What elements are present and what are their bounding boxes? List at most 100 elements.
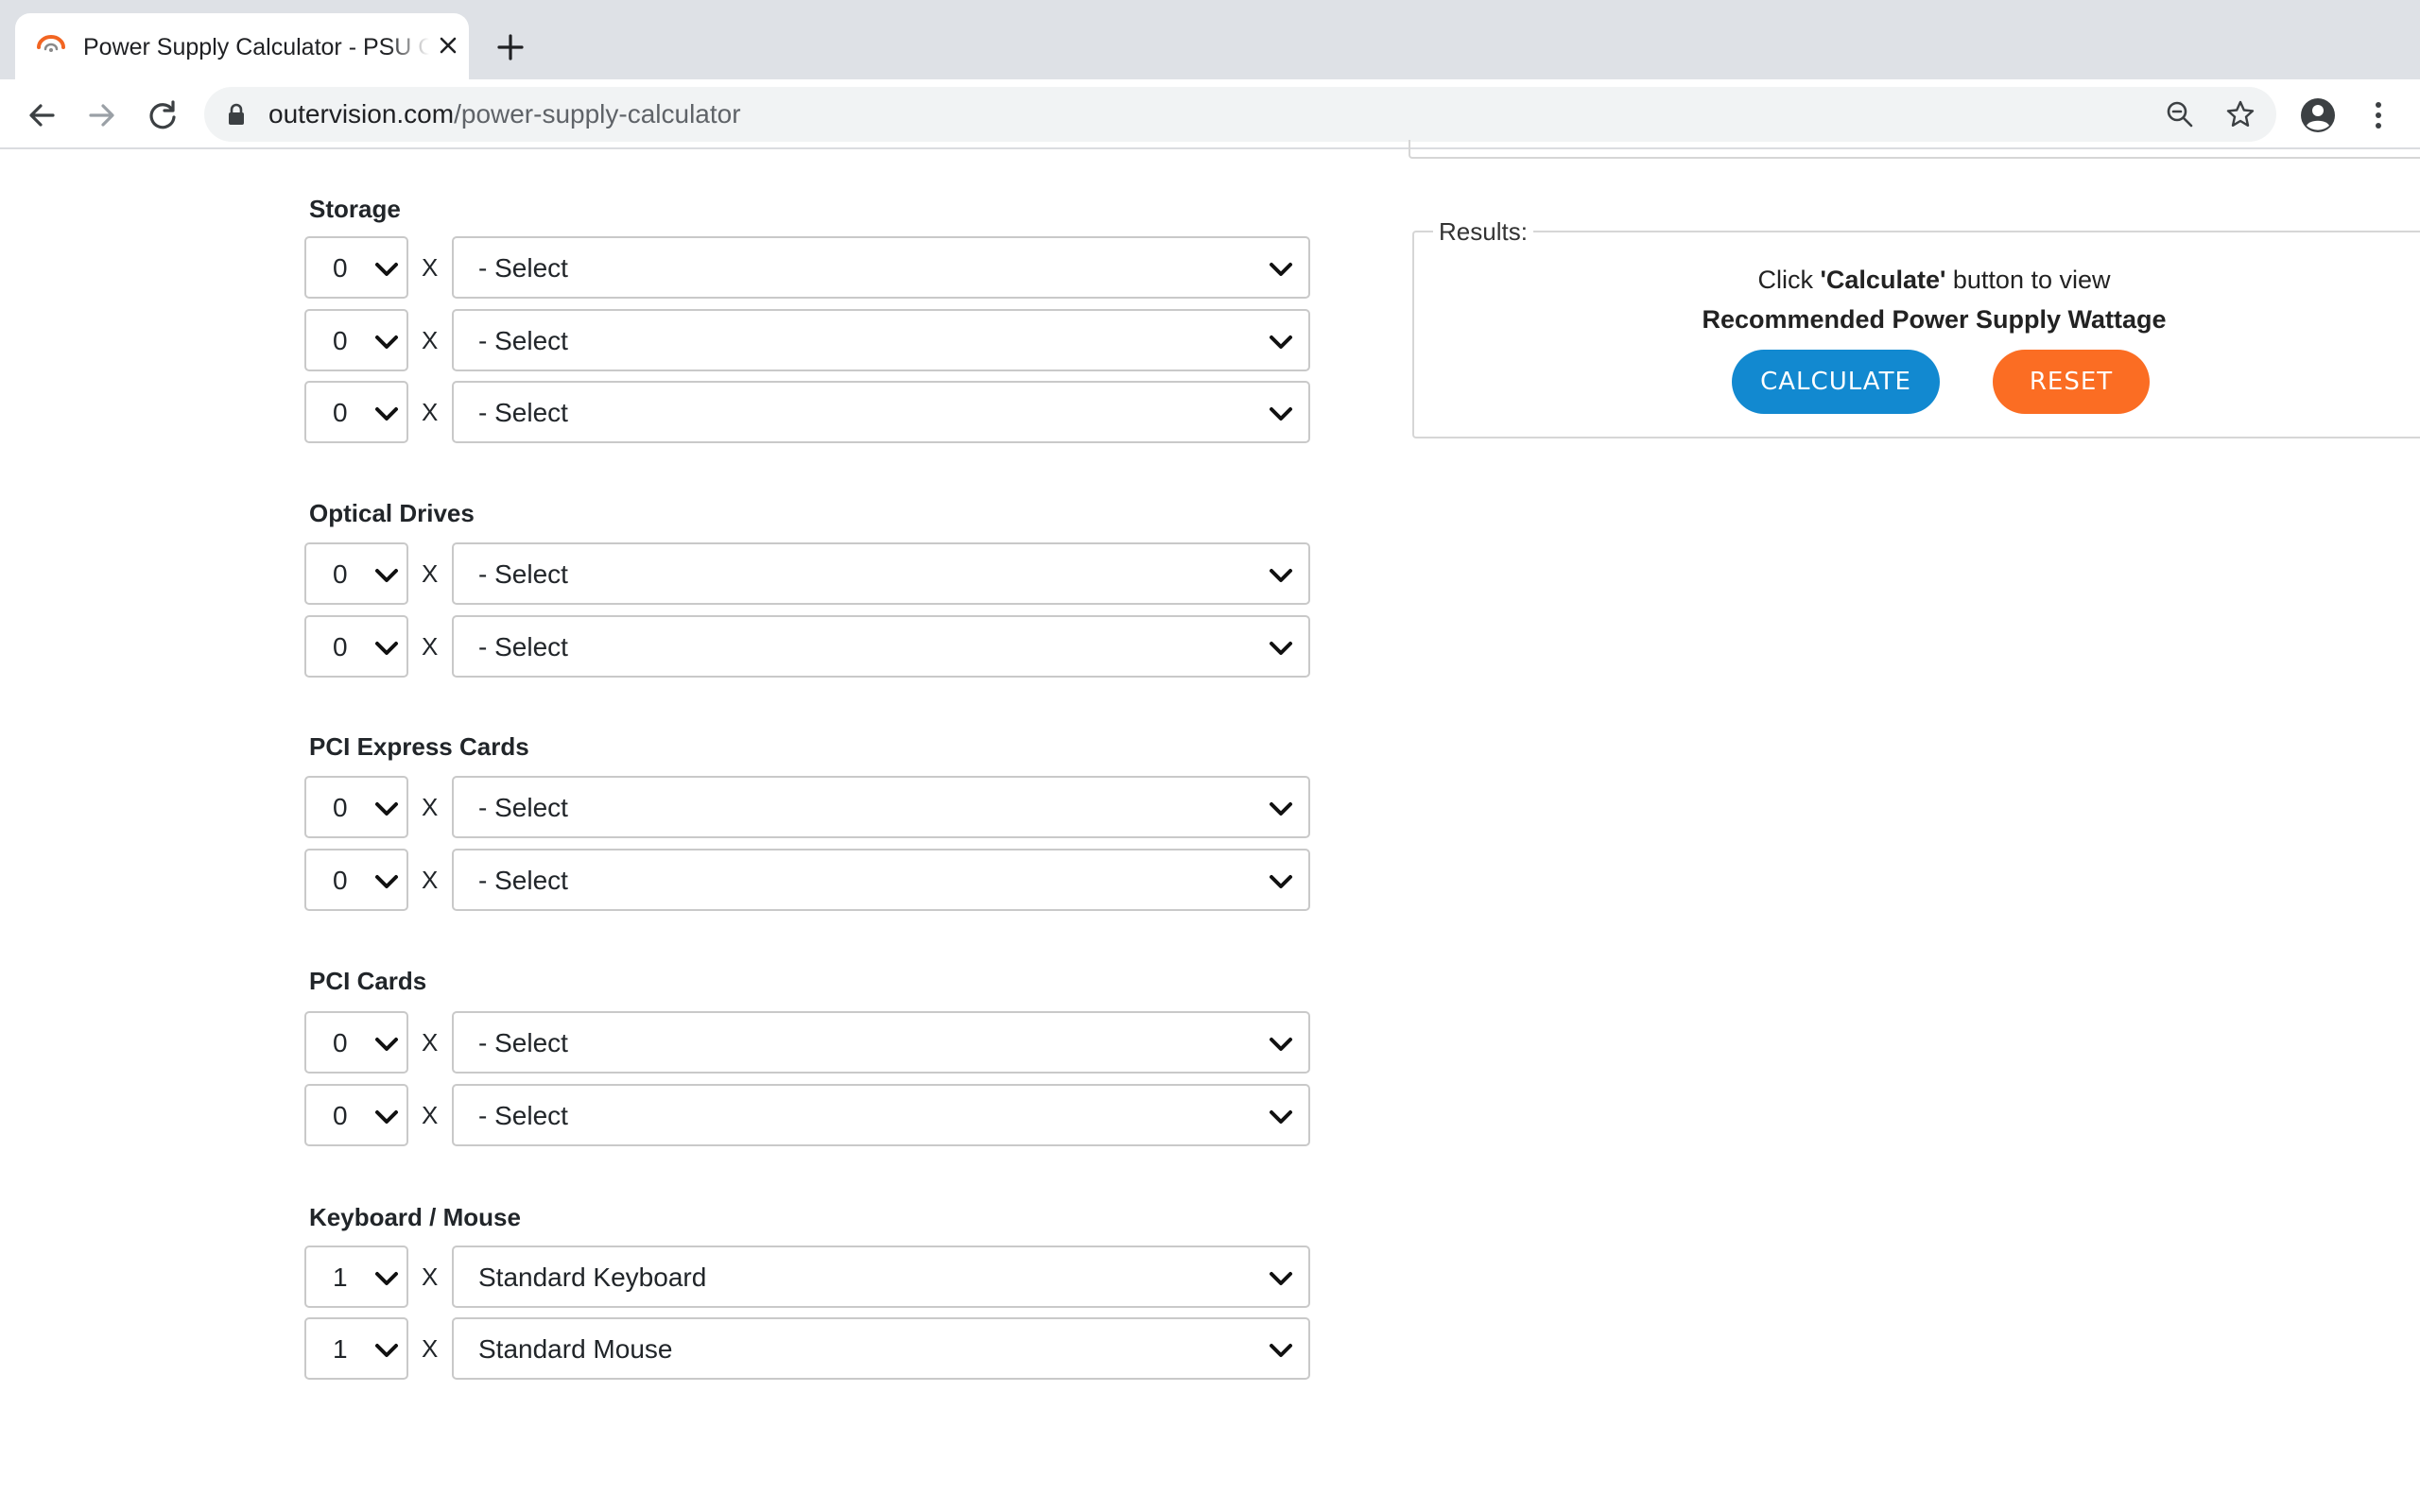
form-row: 0 X - Select [304, 381, 1310, 443]
chevron-down-icon [375, 407, 398, 421]
favicon-icon [37, 35, 65, 52]
quantity-value: 0 [333, 1101, 348, 1130]
reset-button[interactable]: RESET [1993, 350, 2150, 414]
multiply-sign: X [422, 1263, 439, 1291]
url-path: /power-supply-calculator [454, 99, 741, 129]
quantity-select[interactable]: 1 [304, 1317, 408, 1380]
component-value: - Select [478, 398, 568, 427]
component-value: - Select [478, 326, 568, 355]
form-row: 0 X - Select [304, 1084, 1310, 1146]
quantity-select[interactable]: 0 [304, 381, 408, 443]
chevron-down-icon [375, 875, 398, 888]
quantity-value: 1 [333, 1263, 348, 1292]
quantity-value: 0 [333, 1028, 348, 1057]
chevron-down-icon [375, 1344, 398, 1357]
component-value: - Select [478, 866, 568, 895]
quantity-select[interactable]: 0 [304, 309, 408, 371]
results-line1-prefix: Click [1757, 266, 1821, 294]
quantity-select[interactable]: 0 [304, 1011, 408, 1074]
multiply-sign: X [422, 398, 439, 426]
chevron-down-icon [1270, 407, 1292, 421]
component-select[interactable]: - Select [452, 542, 1310, 605]
multiply-sign: X [422, 1101, 439, 1129]
chevron-down-icon [1270, 1344, 1292, 1357]
quantity-value: 0 [333, 632, 348, 662]
multiply-sign: X [422, 326, 439, 354]
component-value: Standard Mouse [478, 1334, 673, 1364]
plus-icon[interactable] [492, 28, 529, 66]
form-row: 0 X - Select [304, 236, 1310, 299]
chevron-down-icon [375, 569, 398, 582]
component-select[interactable]: - Select [452, 381, 1310, 443]
quantity-value: 0 [333, 559, 348, 589]
quantity-value: 0 [333, 253, 348, 283]
component-select[interactable]: - Select [452, 1084, 1310, 1146]
close-icon[interactable] [437, 34, 459, 57]
back-arrow-icon[interactable] [23, 96, 60, 134]
form-row: 1 X Standard Mouse [304, 1317, 1310, 1380]
component-select[interactable]: Standard Keyboard [452, 1246, 1310, 1308]
lock-icon[interactable] [227, 103, 246, 126]
component-select[interactable]: - Select [452, 1011, 1310, 1074]
browser-toolbar: outervision.com/power-supply-calculator [0, 79, 2420, 149]
multiply-sign: X [422, 559, 439, 588]
chevron-down-icon [375, 802, 398, 816]
quantity-select[interactable]: 0 [304, 236, 408, 299]
more-vert-icon[interactable] [2360, 96, 2397, 134]
component-value: - Select [478, 793, 568, 822]
results-wattage-label: Recommended Power Supply Wattage [1702, 305, 2167, 334]
form-row: 0 X - Select [304, 542, 1310, 605]
url-host: outervision.com [268, 99, 455, 129]
chevron-down-icon [375, 1038, 398, 1051]
multiply-sign: X [422, 793, 439, 821]
chevron-down-icon [1270, 1038, 1292, 1051]
component-select[interactable]: Standard Mouse [452, 1317, 1310, 1380]
component-select[interactable]: - Select [452, 309, 1310, 371]
component-select[interactable]: - Select [452, 236, 1310, 299]
star-icon[interactable] [2225, 99, 2256, 129]
chevron-down-icon [375, 263, 398, 276]
component-select[interactable]: - Select [452, 615, 1310, 678]
form-row: 0 X - Select [304, 309, 1310, 371]
quantity-select[interactable]: 1 [304, 1246, 408, 1308]
quantity-select[interactable]: 0 [304, 776, 408, 838]
reload-icon[interactable] [144, 96, 182, 134]
component-value: - Select [478, 1028, 568, 1057]
chevron-down-icon [1270, 802, 1292, 816]
calculate-button[interactable]: CALCULATE [1732, 350, 1940, 414]
multiply-sign: X [422, 866, 439, 894]
component-select[interactable]: - Select [452, 849, 1310, 911]
quantity-select[interactable]: 0 [304, 1084, 408, 1146]
address-bar[interactable]: outervision.com/power-supply-calculator [204, 87, 2276, 142]
quantity-value: 0 [333, 866, 348, 895]
component-value: - Select [478, 632, 568, 662]
results-line1-suffix: button to view [1945, 266, 2111, 294]
results-line1-bold: 'Calculate' [1820, 266, 1946, 294]
multiply-sign: X [422, 1028, 439, 1057]
section-label-pci-express-cards: PCI Express Cards [309, 732, 529, 761]
multiply-sign: X [422, 253, 439, 282]
tab-strip: Power Supply Calculator - PSU Calculator… [0, 0, 2420, 79]
page-content: Storage 0 X - Select 0 X - Select 0 X - … [0, 140, 2420, 1512]
quantity-select[interactable]: 0 [304, 542, 408, 605]
section-label-pci-cards: PCI Cards [309, 967, 427, 995]
browser-tab[interactable]: Power Supply Calculator - PSU Calculator… [15, 13, 469, 79]
results-panel: Results: Click 'Calculate' button to vie… [1412, 215, 2420, 438]
chevron-down-icon [1270, 1110, 1292, 1124]
chevron-down-icon [375, 1272, 398, 1285]
quantity-select[interactable]: 0 [304, 615, 408, 678]
component-value: - Select [478, 559, 568, 589]
form-row: 0 X - Select [304, 776, 1310, 838]
multiply-sign: X [422, 1334, 439, 1363]
form-row: 0 X - Select [304, 615, 1310, 678]
url-text: outervision.com/power-supply-calculator [268, 99, 741, 129]
component-select[interactable]: - Select [452, 776, 1310, 838]
quantity-select[interactable]: 0 [304, 849, 408, 911]
chevron-down-icon [375, 642, 398, 655]
zoom-icon[interactable] [2165, 99, 2195, 129]
chevron-down-icon [375, 335, 398, 349]
section-label-storage: Storage [309, 195, 401, 223]
chevron-down-icon [1270, 642, 1292, 655]
account-icon[interactable] [2299, 96, 2337, 134]
forward-arrow-icon[interactable] [83, 96, 121, 134]
